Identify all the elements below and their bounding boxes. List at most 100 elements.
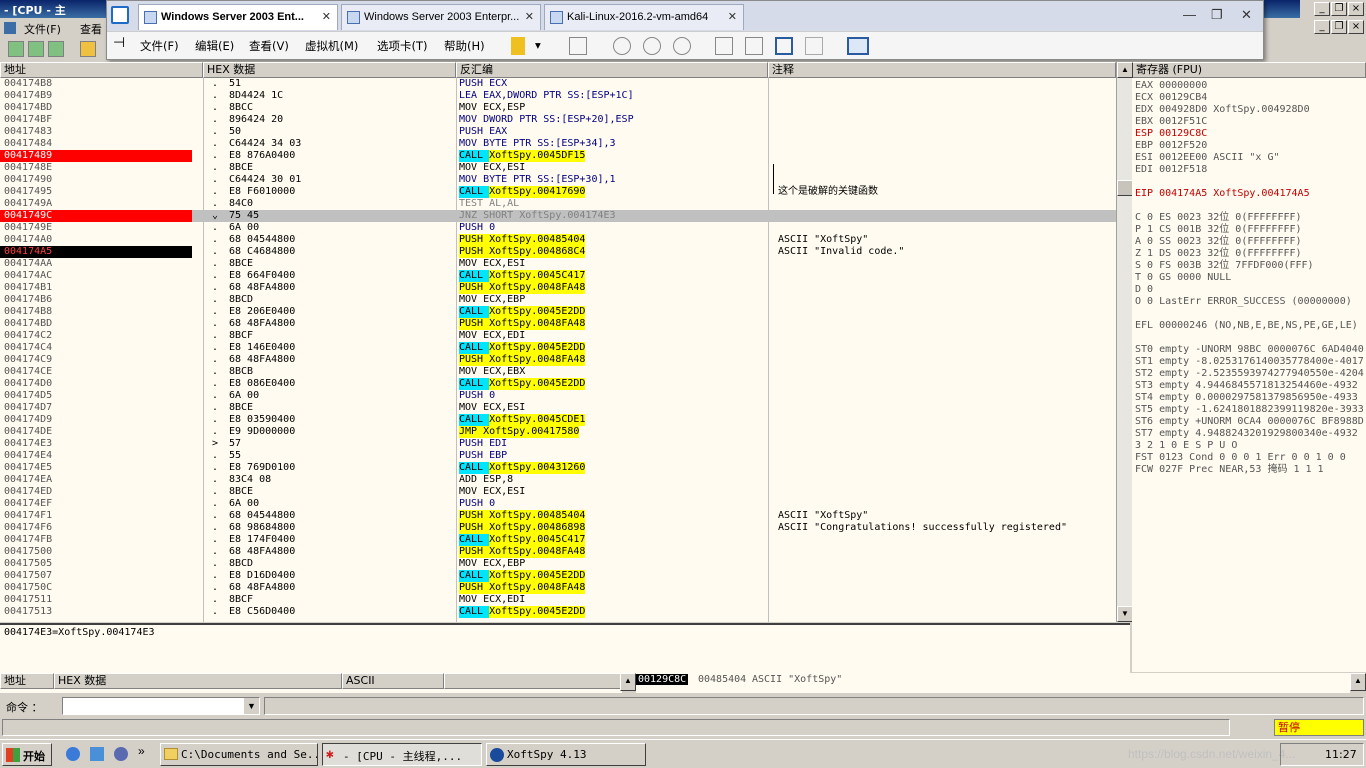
disasm-row[interactable]: 004174A5. 68 C4684800 PUSH XoftSpy.004868C…	[0, 246, 1116, 258]
register-line[interactable]: 3 2 1 0 E S P U O	[1135, 440, 1237, 452]
child-close-icon[interactable]: ×	[1348, 20, 1364, 34]
disasm-row[interactable]: 004174D9. E8 03590400 CALL XoftSpy.0045CDE…	[0, 414, 1116, 426]
taskbar-item-ollydbg[interactable]: ✱ - [CPU - 主线程,...	[322, 743, 482, 766]
register-line[interactable]: EDX 004928D0 XoftSpy.004928D0	[1135, 104, 1310, 116]
disasm-row[interactable]: 004174EF. 6A 00 PUSH 0	[0, 498, 1116, 510]
scroll-down-icon[interactable]: ▼	[1117, 606, 1133, 622]
disasm-row[interactable]: 00417513. E8 C56D0400 CALL XoftSpy.0045E2D…	[0, 606, 1116, 618]
media-icon[interactable]	[114, 747, 128, 761]
disasm-row[interactable]: 004174BD. 68 48FA4800 PUSH XoftSpy.0048FA4…	[0, 318, 1116, 330]
disasm-row[interactable]: 004174B8. 51 PUSH ECX	[0, 78, 1116, 90]
register-line[interactable]: ST6 empty +UNORM 0CA4 0000076C BF8988D	[1135, 416, 1364, 428]
register-line[interactable]: T 0 GS 0000 NULL	[1135, 272, 1231, 284]
disasm-row[interactable]: 004174B8. E8 206E0400 CALL XoftSpy.0045E2D…	[0, 306, 1116, 318]
vm-menu-file[interactable]: 文件(F)	[140, 38, 179, 54]
disasm-row[interactable]: 004174B1. 68 48FA4800 PUSH XoftSpy.0048FA4…	[0, 282, 1116, 294]
disasm-row[interactable]: 004174C2. 8BCF MOV ECX,EDI	[0, 330, 1116, 342]
vm-menu-edit[interactable]: 编辑(E)	[195, 38, 234, 54]
register-line[interactable]: A 0 SS 0023 32位 0(FFFFFFFF)	[1135, 236, 1302, 248]
dump-header-addr[interactable]: 地址	[0, 673, 54, 689]
disasm-row[interactable]: 004174EA. 83C4 08 ADD ESP,8	[0, 474, 1116, 486]
register-line[interactable]: EBP 0012F520	[1135, 140, 1207, 152]
disasm-scrollbar[interactable]: ▲ ▼	[1116, 62, 1133, 622]
open-icon[interactable]	[8, 41, 24, 57]
disasm-row[interactable]: 004174BD. 8BCC MOV ECX,ESP	[0, 102, 1116, 114]
col-header-disasm[interactable]: 反汇编	[456, 62, 768, 78]
disasm-row[interactable]: 00417484. C64424 34 03 MOV BYTE PTR SS:[ES…	[0, 138, 1116, 150]
registers-pane[interactable]: EAX 00000000 ECX 00129CB4 EDX 004928D0 Xof…	[1132, 78, 1366, 672]
disassembly-pane[interactable]: 004174B8. 51 PUSH ECX 004174B9. 8D4424 1C LEA…	[0, 78, 1116, 622]
register-line[interactable]: ST7 empty 4.9488243201929800340e-4932	[1135, 428, 1358, 440]
taskbar-item-xoftspy[interactable]: XoftSpy 4.13	[486, 743, 646, 766]
close-icon[interactable]: ✕	[728, 10, 737, 23]
disasm-row[interactable]: 004174DE. E9 9D000000 JMP XoftSpy.00417580	[0, 426, 1116, 438]
restore-icon[interactable]: ❐	[1211, 7, 1223, 23]
dump-header-hex[interactable]: HEX 数据	[54, 673, 342, 689]
vm-menu-view[interactable]: 查看(V)	[249, 38, 289, 54]
disasm-row[interactable]: 004174D5. 6A 00 PUSH 0	[0, 390, 1116, 402]
scroll-up-icon[interactable]: ▲	[1117, 62, 1133, 78]
chevron-down-icon[interactable]: ▼	[244, 698, 259, 714]
sidebar-icon[interactable]	[715, 37, 733, 55]
disasm-row[interactable]: 0041749E. 6A 00 PUSH 0	[0, 222, 1116, 234]
disasm-row[interactable]: 004174E3 >57 PUSH EDI	[0, 438, 1116, 450]
register-line[interactable]: D 0	[1135, 284, 1153, 296]
disasm-row[interactable]: 004174FB. E8 174F0400 CALL XoftSpy.0045C41…	[0, 534, 1116, 546]
pin-icon[interactable]: ⊣	[113, 35, 125, 51]
col-header-addr[interactable]: 地址	[0, 62, 203, 78]
register-line[interactable]: Z 1 DS 0023 32位 0(FFFFFFFF)	[1135, 248, 1302, 260]
vm-menu-tabs[interactable]: 选项卡(T)	[377, 38, 428, 54]
ie-icon[interactable]	[66, 747, 80, 761]
rewind-icon[interactable]	[28, 41, 44, 57]
register-line[interactable]: ST3 empty 4.9446845571813254460e-4932	[1135, 380, 1358, 392]
disasm-row[interactable]: 004174F6. 68 98684800 PUSH XoftSpy.0048689…	[0, 522, 1116, 534]
disasm-row[interactable]: 0041750C. 68 48FA4800 PUSH XoftSpy.0048FA4…	[0, 582, 1116, 594]
disasm-row[interactable]: 0041749A. 84C0 TEST AL,AL	[0, 198, 1116, 210]
register-line[interactable]: ESP 00129C8C	[1135, 128, 1207, 140]
network-icon[interactable]	[569, 37, 587, 55]
disasm-row[interactable]: 004174C4. E8 146E0400 CALL XoftSpy.0045E2D…	[0, 342, 1116, 354]
child-minimize-icon[interactable]: _	[1314, 20, 1330, 34]
register-line[interactable]: ST1 empty -8.0253176140035778400e-4017	[1135, 356, 1364, 368]
disasm-row[interactable]: 004174E4. 55 PUSH EBP	[0, 450, 1116, 462]
register-line[interactable]: EBX 0012F51C	[1135, 116, 1207, 128]
revert-icon[interactable]	[643, 37, 661, 55]
col-header-hex[interactable]: HEX 数据	[203, 62, 456, 78]
vm-menu-help[interactable]: 帮助(H)	[444, 38, 485, 54]
disasm-row[interactable]: 004174B6. 8BCD MOV ECX,EBP	[0, 294, 1116, 306]
disasm-row[interactable]: 00417511. 8BCF MOV ECX,EDI	[0, 594, 1116, 606]
register-line[interactable]: EIP 004174A5 XoftSpy.004174A5	[1135, 188, 1310, 200]
command-input[interactable]: ▼	[62, 697, 260, 715]
register-line[interactable]: ST2 empty -2.5235593974277940550e-4204	[1135, 368, 1364, 380]
disasm-row[interactable]: 004174AC. E8 664F0400 CALL XoftSpy.0045C41…	[0, 270, 1116, 282]
disasm-row[interactable]: 004174BF. 896424 20 MOV DWORD PTR SS:[ESP+…	[0, 114, 1116, 126]
dump-scroll-icon[interactable]: ▲	[620, 673, 636, 691]
close-icon[interactable]: ✕	[1241, 7, 1252, 23]
dump-pane[interactable]: 地址 HEX 数据 ASCII	[0, 673, 622, 693]
register-line[interactable]: S 0 FS 003B 32位 7FFDF000(FFF)	[1135, 260, 1314, 272]
stack-scroll-icon[interactable]: ▲	[1350, 673, 1366, 691]
disasm-row[interactable]: 004174C9. 68 48FA4800 PUSH XoftSpy.0048FA4…	[0, 354, 1116, 366]
unity-icon[interactable]	[805, 37, 823, 55]
tab-vm-3[interactable]: Kali-Linux-2016.2-vm-amd64 ✕	[544, 4, 744, 30]
disasm-row[interactable]: 004174ED. 8BCE MOV ECX,ESI	[0, 486, 1116, 498]
register-line[interactable]: P 1 CS 001B 32位 0(FFFFFFFF)	[1135, 224, 1302, 236]
dump-header-ascii[interactable]: ASCII	[342, 673, 444, 689]
disasm-row[interactable]: 004174E5. E8 769D0100 CALL XoftSpy.0043126…	[0, 462, 1116, 474]
register-line[interactable]: FST 0123 Cond 0 0 0 1 Err 0 0 1 0 0	[1135, 452, 1346, 464]
menu-view[interactable]: 查看	[80, 21, 102, 37]
register-line[interactable]: EFL 00000246 (NO,NB,E,BE,NS,PE,GE,LE)	[1135, 320, 1358, 332]
disasm-row[interactable]: 00417505. 8BCD MOV ECX,EBP	[0, 558, 1116, 570]
snapshot-icon[interactable]	[613, 37, 631, 55]
disasm-row[interactable]: 004174AA. 8BCE MOV ECX,ESI	[0, 258, 1116, 270]
snapshot-manager-icon[interactable]	[673, 37, 691, 55]
disasm-row[interactable]: 004174CE. 8BCB MOV ECX,EBX	[0, 366, 1116, 378]
start-button[interactable]: 开始	[2, 743, 52, 766]
disasm-row[interactable]: 004174A0. 68 04544800 PUSH XoftSpy.0048540…	[0, 234, 1116, 246]
disasm-row[interactable]: 0041749C ⌄ 75 45 JNZ SHORT XoftSpy.004174E3	[0, 210, 1116, 222]
col-header-comment[interactable]: 注释	[768, 62, 1116, 78]
disasm-row[interactable]: 00417495. E8 F6010000 CALL XoftSpy.0041769…	[0, 186, 1116, 198]
disasm-row[interactable]: 004174B9. 8D4424 1C LEA EAX,DWORD PTR SS:[…	[0, 90, 1116, 102]
fullscreen-icon[interactable]	[775, 37, 793, 55]
register-line[interactable]: ST5 empty -1.6241801882399119820e-3933	[1135, 404, 1364, 416]
